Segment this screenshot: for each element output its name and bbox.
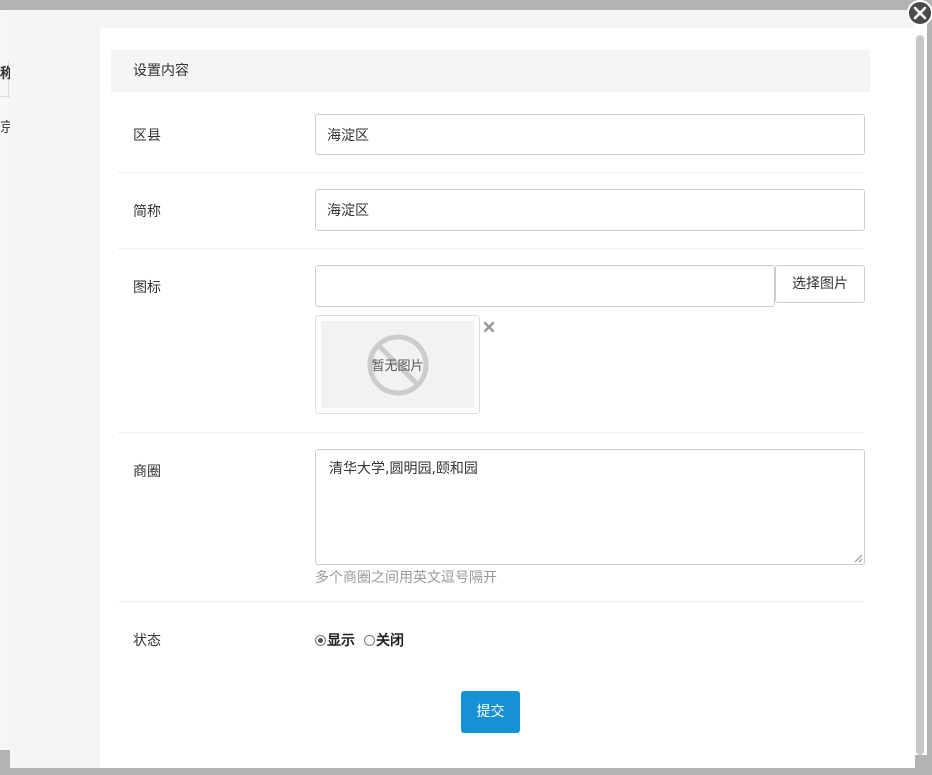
short-name-label: 简称 [133,204,161,220]
status-option-show[interactable]: 显示 [315,630,355,650]
background-divider [0,96,10,97]
business-area-help: 多个商圈之间用英文逗号隔开 [315,570,497,586]
remove-image-button[interactable] [483,321,495,333]
scrollbar-thumb[interactable] [916,35,924,755]
radio-hide[interactable] [364,634,375,646]
short-name-input[interactable] [315,189,865,231]
radio-show-label: 显示 [327,633,355,649]
status-label: 状态 [133,633,161,649]
close-icon [913,6,927,20]
status-option-hide[interactable]: 关闭 [364,630,404,650]
icon-path-input[interactable] [315,265,775,307]
modal-scrollbar[interactable] [915,10,927,755]
business-area-value: 清华大学,圆明园,颐和园 [329,461,478,477]
business-area-textarea[interactable]: 清华大学,圆明园,颐和园 [315,449,865,565]
row-divider [118,432,864,433]
row-divider [118,172,864,173]
select-image-button[interactable]: 选择图片 [775,265,865,303]
radio-show[interactable] [315,634,326,646]
resize-grip-icon[interactable] [854,554,863,563]
submit-button[interactable]: 提交 [461,691,520,733]
business-area-label: 商圈 [133,464,161,480]
image-placeholder: 暂无图片 [321,321,474,408]
radio-hide-label: 关闭 [376,633,404,649]
remove-icon [483,321,495,333]
district-input[interactable] [315,114,865,155]
district-label: 区县 [133,128,161,144]
row-divider [118,248,864,249]
close-button[interactable] [907,0,932,26]
panel-title: 设置内容 [111,50,870,92]
icon-label: 图标 [133,280,161,296]
no-image-text: 暂无图片 [371,359,424,374]
row-divider [118,601,864,602]
image-preview: 暂无图片 [315,315,480,414]
